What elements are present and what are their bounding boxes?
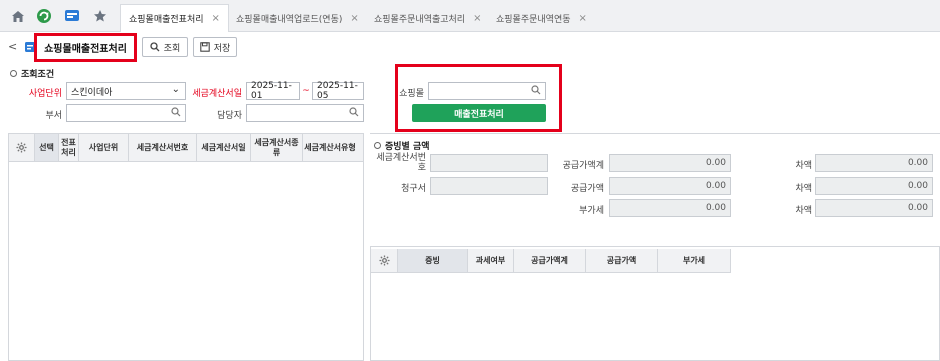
star-icon[interactable] (92, 8, 108, 24)
col-evidence[interactable]: 증빙 (398, 249, 468, 272)
supply-value: 0.00 (705, 181, 726, 191)
col-vat[interactable]: 부가세 (658, 249, 731, 272)
close-icon[interactable]: × (350, 13, 358, 24)
search-icon (150, 42, 160, 52)
search-icon[interactable] (171, 107, 181, 120)
date-from-input[interactable]: 2025-11-01 (246, 81, 300, 101)
date-to-input[interactable]: 2025-11-05 (312, 81, 364, 101)
diff-value-1: 0.00 (907, 158, 928, 168)
page-title: 쇼핑몰매출전표처리 (34, 33, 137, 62)
home-icon[interactable] (10, 8, 26, 24)
manager-input[interactable] (246, 104, 364, 122)
grid-settings-icon[interactable] (371, 249, 398, 272)
supply-total-value: 0.00 (705, 158, 726, 168)
diff-label: 차액 (795, 184, 812, 194)
tab-bar: 쇼핑몰매출전표처리 × 쇼핑몰매출내역업로드(연동) × 쇼핑몰주문내역출고처리 × … (0, 0, 940, 32)
divider (370, 133, 940, 134)
date-to-value: 2025-11-05 (317, 81, 358, 101)
tab-label: 쇼핑몰매출전표처리 (129, 15, 204, 25)
section-bullet-icon (374, 142, 381, 149)
col-supply-total[interactable]: 공급가액계 (514, 249, 586, 272)
col-invoice-kind[interactable]: 세금계산서종류 (251, 134, 303, 161)
diff-label: 차액 (795, 206, 812, 216)
search-icon[interactable] (531, 85, 541, 98)
chevron-down-icon: ⌄ (171, 84, 180, 95)
business-unit-label: 사업단위 (28, 89, 62, 99)
mall-input[interactable] (428, 82, 546, 100)
date-separator: ~ (302, 86, 310, 96)
col-select[interactable]: 선택 (35, 134, 59, 161)
mall-label: 쇼핑몰 (399, 89, 424, 99)
supply-label: 공급가액 (570, 184, 604, 194)
process-sales-slip-button[interactable]: 매출전표처리 (412, 104, 546, 122)
vat-field: 0.00 (609, 199, 731, 217)
back-icon[interactable]: < (8, 40, 17, 53)
col-taxable[interactable]: 과세여부 (468, 249, 514, 272)
business-unit-value: 스킨이데아 (71, 87, 113, 98)
right-grid-header: 증빙 과세여부 공급가액계 공급가액 부가세 (371, 249, 731, 273)
manager-label: 담당자 (217, 111, 242, 121)
amounts-title: 증빙별 금액 (374, 139, 430, 152)
tab-label: 쇼핑몰주문내역연동 (496, 14, 571, 25)
search-button-label: 조회 (163, 43, 181, 54)
invoice-date-label: 세금계산서일 (192, 89, 242, 99)
vat-value: 0.00 (705, 203, 726, 213)
grid-settings-icon[interactable] (9, 134, 35, 161)
tab-shopping-mall-order-link[interactable]: 쇼핑몰주문내역연동 × (488, 4, 595, 32)
refresh-app-icon[interactable] (36, 8, 52, 24)
close-icon[interactable]: × (212, 13, 220, 24)
left-grid-header: 선택 전표처리 사업단위 세금계산서번호 세금계산서일 세금계산서종류 세금계산… (9, 134, 363, 162)
business-unit-select[interactable]: 스킨이데아 ⌄ (66, 82, 186, 100)
close-icon[interactable]: × (473, 13, 481, 24)
window-app-icon[interactable] (64, 8, 80, 24)
tab-shopping-mall-sales-upload[interactable]: 쇼핑몰매출내역업로드(연동) × (228, 4, 367, 32)
search-button[interactable]: 조회 (142, 37, 188, 57)
date-from-value: 2025-11-01 (251, 81, 292, 101)
supply-total-label: 공급가액계 (562, 161, 604, 171)
left-grid-panel (8, 133, 364, 361)
col-invoice-type[interactable]: 세금계산서유형 (303, 134, 357, 161)
invoice-no-field (430, 154, 548, 172)
diff-value-3: 0.00 (907, 203, 928, 213)
claim-label: 청구서 (401, 184, 426, 194)
section-bullet-icon (10, 70, 17, 77)
close-icon[interactable]: × (579, 13, 587, 24)
tab-label: 쇼핑몰매출내역업로드(연동) (236, 14, 343, 25)
search-icon[interactable] (349, 107, 359, 120)
save-button[interactable]: 저장 (193, 37, 237, 57)
claim-field (430, 177, 548, 195)
diff-label: 차액 (795, 161, 812, 171)
dept-label: 부서 (45, 111, 62, 121)
conditions-title: 조회조건 (10, 67, 54, 80)
save-button-label: 저장 (213, 43, 231, 54)
diff-field-3: 0.00 (815, 199, 933, 217)
supply-total-field: 0.00 (609, 154, 731, 172)
tab-label: 쇼핑몰주문내역출고처리 (374, 14, 466, 25)
vat-label: 부가세 (579, 206, 604, 216)
supply-field: 0.00 (609, 177, 731, 195)
tab-shopping-mall-order-shipping[interactable]: 쇼핑몰주문내역출고처리 × (366, 4, 489, 32)
col-invoice-date[interactable]: 세금계산서일 (197, 134, 251, 161)
invoice-no-label: 세금계산서번호 (376, 153, 426, 173)
col-invoice-number[interactable]: 세금계산서번호 (129, 134, 197, 161)
diff-value-2: 0.00 (907, 181, 928, 191)
dept-input[interactable] (66, 104, 186, 122)
save-icon (199, 42, 210, 52)
col-slip-processed[interactable]: 전표처리 (59, 134, 79, 161)
diff-field-2: 0.00 (815, 177, 933, 195)
diff-field-1: 0.00 (815, 154, 933, 172)
col-business-unit[interactable]: 사업단위 (79, 134, 129, 161)
col-supply[interactable]: 공급가액 (586, 249, 658, 272)
tab-shopping-mall-sales-slip[interactable]: 쇼핑몰매출전표처리 × (120, 4, 229, 32)
